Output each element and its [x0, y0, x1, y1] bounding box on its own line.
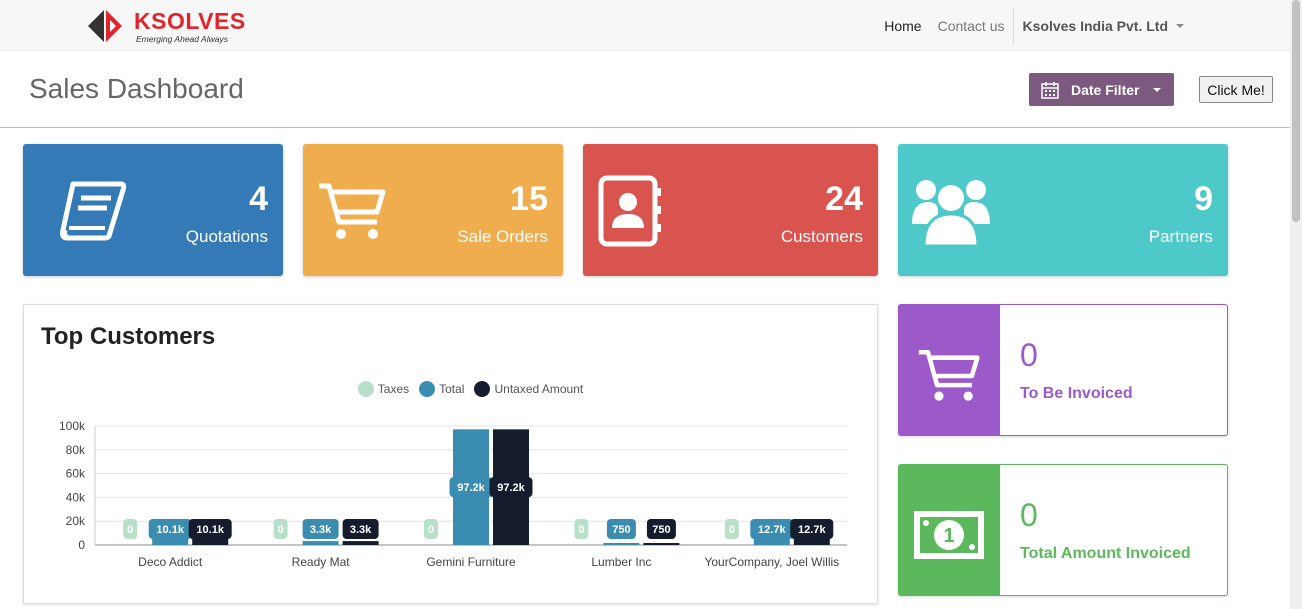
svg-text:1: 1 — [943, 525, 954, 547]
bar-untaxed-amount — [643, 543, 680, 545]
sale-orders-count: 15 — [510, 180, 548, 218]
data-label: 3.3k — [350, 524, 372, 536]
nav-links: Home Contact us Ksolves India Pvt. Ltd — [876, 0, 1290, 51]
data-label: 10.1k — [156, 524, 184, 536]
to-be-invoiced-label: To Be Invoiced — [1020, 385, 1133, 402]
data-label: 750 — [612, 524, 630, 536]
total-invoiced-value: 0 — [1020, 497, 1038, 533]
chevron-down-icon — [1176, 23, 1184, 28]
scrollbar-thumb[interactable] — [1292, 0, 1300, 222]
customers-tile[interactable]: 24 Customers — [583, 144, 878, 276]
to-be-invoiced-card[interactable]: 0 To Be Invoiced — [898, 304, 1228, 436]
total-invoiced-label: Total Amount Invoiced — [1020, 545, 1191, 562]
bar-untaxed-amount — [342, 541, 379, 545]
data-label: 12.7k — [758, 524, 786, 536]
data-label: 0 — [729, 524, 735, 536]
top-customers-bar-chart: 0 20k 40k 60k 80k 100k Deco Addict 0 10.1k 10.1k R… — [59, 419, 847, 569]
calendar-icon — [1041, 81, 1059, 99]
data-label: 10.1k — [196, 524, 224, 536]
nav-home-link[interactable]: Home — [876, 18, 929, 34]
partners-tile[interactable]: 9 Partners — [898, 144, 1228, 276]
y-tick-label: 40k — [66, 490, 86, 504]
page-scrollbar[interactable] — [1290, 0, 1302, 609]
click-me-button[interactable]: Click Me! — [1199, 76, 1273, 103]
to-be-invoiced-icon-box — [899, 305, 1000, 435]
x-tick-label: Deco Addict — [138, 555, 203, 569]
partners-count: 9 — [1194, 180, 1213, 218]
cart-icon — [918, 349, 980, 401]
data-label: 750 — [652, 524, 670, 536]
page-title: Sales Dashboard — [29, 73, 244, 104]
data-label: 0 — [578, 524, 584, 536]
quotations-count: 4 — [249, 180, 268, 218]
quotations-tile[interactable]: 4 Quotations — [23, 144, 283, 276]
x-tick-label: Lumber Inc — [591, 555, 651, 569]
contact-book-icon — [598, 175, 661, 247]
data-label: 3.3k — [310, 524, 332, 536]
money-bill-icon: 1 — [914, 511, 984, 559]
logo-brand-text: KSOLVES — [134, 8, 246, 34]
book-icon — [60, 181, 127, 241]
cart-icon — [319, 183, 386, 239]
y-tick-label: 100k — [59, 419, 86, 433]
page-header: Sales Dashboard Date Filter — [0, 51, 1290, 128]
top-customers-panel: Top Customers Taxes Total Untaxed Amount… — [23, 304, 878, 604]
total-invoiced-card[interactable]: 1 0 Total Amount Invoiced — [898, 464, 1228, 596]
date-filter-button[interactable]: Date Filter — [1029, 73, 1174, 106]
sale-orders-tile[interactable]: 15 Sale Orders — [303, 144, 563, 276]
chevron-down-icon — [1153, 87, 1162, 92]
date-filter-label: Date Filter — [1071, 81, 1140, 98]
y-tick-label: 60k — [66, 467, 86, 481]
logo-tagline: Emerging Ahead Always — [136, 34, 228, 44]
customers-label: Customers — [780, 227, 863, 246]
top-navbar: KSOLVES Emerging Ahead Always Home Conta… — [0, 0, 1290, 51]
data-label: 0 — [278, 524, 284, 536]
company-dropdown[interactable]: Ksolves India Pvt. Ltd — [1014, 18, 1290, 34]
quotations-label: Quotations — [185, 227, 268, 246]
logo-mark-icon — [88, 10, 122, 42]
users-icon — [912, 180, 990, 248]
ksolves-logo[interactable]: KSOLVES Emerging Ahead Always — [86, 6, 245, 46]
data-label: 12.7k — [798, 524, 826, 536]
to-be-invoiced-value: 0 — [1020, 337, 1038, 373]
y-tick-label: 80k — [66, 443, 86, 457]
bar-total — [302, 541, 339, 545]
total-invoiced-icon-box: 1 — [899, 465, 1000, 595]
customers-count: 24 — [825, 180, 863, 218]
sale-orders-label: Sale Orders — [457, 227, 548, 246]
y-tick-label: 20k — [66, 514, 86, 528]
bar-total — [603, 543, 640, 545]
data-label: 0 — [428, 524, 434, 536]
company-name: Ksolves India Pvt. Ltd — [1022, 17, 1168, 34]
data-label: 0 — [127, 524, 133, 536]
partners-label: Partners — [1148, 227, 1213, 246]
x-tick-label: YourCompany, Joel Willis — [704, 555, 839, 569]
x-tick-label: Gemini Furniture — [426, 555, 516, 569]
y-tick-label: 0 — [78, 538, 85, 552]
data-label: 97.2k — [457, 482, 485, 494]
nav-contact-link[interactable]: Contact us — [930, 18, 1013, 34]
data-label: 97.2k — [497, 482, 525, 494]
x-tick-label: Ready Mat — [292, 555, 351, 569]
